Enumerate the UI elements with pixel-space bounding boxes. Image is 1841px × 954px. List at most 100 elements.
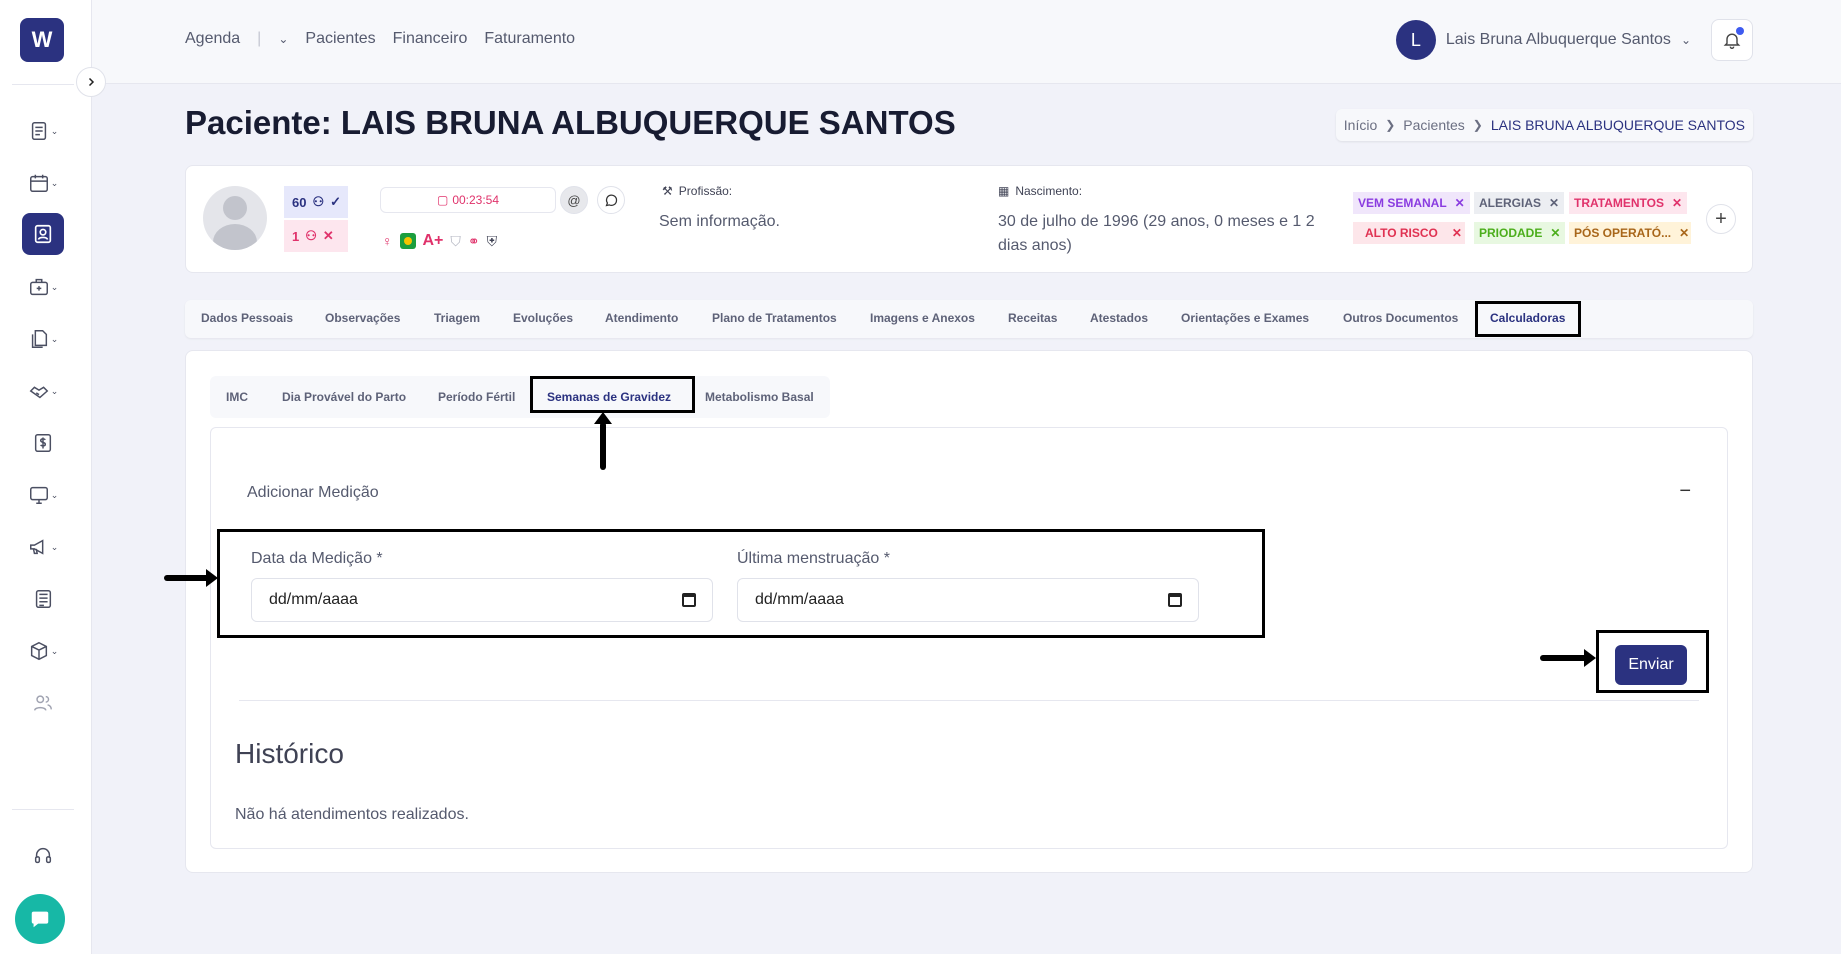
documents-icon [31,330,47,348]
tab-atendimento[interactable]: Atendimento [605,311,678,325]
profession-value: Sem informação. [659,213,780,230]
breadcrumb-current: LAIS BRUNA ALBUQUERQUE SANTOS [1490,117,1745,133]
remove-tag-icon[interactable]: ✕ [1452,226,1462,240]
tab-orientacoes-exames[interactable]: Orientações e Exames [1181,311,1309,325]
session-timer[interactable]: ▢ 00:23:54 [380,187,556,213]
patient-summary-card: 60 ⚇ ✓ 1 ⚇ ✕ ▢ 00:23:54 @ ♀ A+ ⛉ ⚭ ⛨ ⚒ Pr… [185,165,1753,273]
remove-tag-icon[interactable]: ✕ [1549,196,1559,210]
sidebar-item-calendar[interactable]: ⌄ [22,162,64,204]
dollar-icon [34,434,52,452]
tab-plano-tratamentos[interactable]: Plano de Tratamentos [712,311,837,325]
add-tag-button[interactable]: + [1706,204,1736,234]
sidebar-item-support[interactable] [22,835,64,877]
tab-outros-documentos[interactable]: Outros Documentos [1343,311,1458,325]
history-empty-message: Não há atendimentos realizados. [235,806,469,823]
sidebar-item-reports[interactable] [22,578,64,620]
tag-alto-risco: ALTO RISCO ✕ [1353,222,1465,244]
tab-atestados[interactable]: Atestados [1090,311,1148,325]
chat-button[interactable] [15,894,65,944]
subtab-imc[interactable]: IMC [226,390,248,404]
user-menu[interactable]: L Lais Bruna Albuquerque Santos ⌄ [1395,20,1691,60]
user-name: Lais Bruna Albuquerque Santos [1445,31,1671,48]
sidebar-item-records[interactable]: ⌄ [22,110,64,152]
highlight-box-form-fields [217,529,1265,638]
breadcrumb: Início ❯ Pacientes ❯ LAIS BRUNA ALBUQUER… [1335,109,1753,141]
tag-vem-semanal: VEM SEMANAL ✕ [1353,192,1470,214]
collapse-button[interactable]: − [1679,480,1691,503]
close-icon: ✕ [322,228,334,243]
box-icon [30,641,47,661]
sidebar-item-handshake[interactable]: ⌄ [22,370,64,412]
tooth-icon: ⛉ [450,232,461,249]
missed-count: 1 [292,228,300,244]
agenda-dropdown-chevron-icon[interactable]: ⌄ [278,32,288,46]
blood-type: A+ [422,232,444,249]
menu-item-pacientes[interactable]: Pacientes [305,30,375,48]
menu-item-agenda[interactable]: Agenda [185,30,240,48]
handshake-icon [29,386,49,399]
whatsapp-button[interactable] [597,186,625,214]
headset-icon [34,847,52,864]
menu-item-financeiro[interactable]: Financeiro [393,30,468,48]
tab-evolucoes[interactable]: Evoluções [513,311,573,325]
sidebar-item-financial[interactable] [22,422,64,464]
breadcrumb-home[interactable]: Início [1344,117,1377,133]
missed-count-badge[interactable]: 1 ⚇ ✕ [284,220,348,252]
notification-dot [1736,27,1744,35]
wrench-icon: ⚒ [662,184,673,198]
tab-imagens-anexos[interactable]: Imagens e Anexos [870,311,975,325]
annotation-arrow-right [164,569,218,587]
sidebar-toggle-button[interactable] [76,67,106,97]
chevron-right-icon: ❯ [1472,118,1483,132]
sidebar-item-monitor[interactable]: ⌄ [22,474,64,516]
stop-icon: ▢ [436,193,449,207]
sidebar-divider [12,809,74,810]
calendar-icon: ▦ [998,184,1010,198]
attended-count-badge[interactable]: 60 ⚇ ✓ [284,186,348,218]
app-logo[interactable]: W [20,18,64,62]
top-navbar: Agenda | ⌄ Pacientes Financeiro Faturame… [92,0,1841,84]
birth-value: 30 de julho de 1996 (29 anos, 0 meses e … [998,213,1315,254]
plus-icon: + [1715,207,1727,230]
tab-receitas[interactable]: Receitas [1008,311,1057,325]
remove-tag-icon[interactable]: ✕ [1550,226,1560,240]
sidebar-item-patients[interactable] [22,213,64,255]
remove-tag-icon[interactable]: ✕ [1679,226,1689,240]
measurement-form-card: Adicionar Medição − Data da Medição * dd… [210,427,1728,849]
email-button[interactable]: @ [560,186,588,214]
menu-item-faturamento[interactable]: Faturamento [484,30,575,48]
avatar-head [223,196,247,220]
female-icon: ♀ [382,233,393,249]
companion-icon: ⚭ [467,232,480,249]
sidebar-item-medical[interactable]: ⌄ [22,266,64,308]
subtab-metabolismo-basal[interactable]: Metabolismo Basal [705,390,814,404]
subtab-periodo-fertil[interactable]: Período Fértil [438,390,515,404]
chevron-right-icon [88,77,95,87]
subtab-dia-provavel-parto[interactable]: Dia Provável do Parto [282,390,406,404]
annotation-arrow-right [1540,649,1596,667]
check-icon: ✓ [330,194,342,209]
notifications-button[interactable] [1711,19,1753,61]
annotation-arrow-up [594,412,612,470]
tab-dados-pessoais[interactable]: Dados Pessoais [201,311,293,325]
highlight-box-submit [1596,630,1709,693]
main-menu: Agenda | ⌄ Pacientes Financeiro Faturame… [185,30,592,48]
megaphone-icon [29,539,44,555]
tag-alergias: ALERGIAS ✕ [1474,192,1565,214]
sidebar-item-marketing[interactable]: ⌄ [22,526,64,568]
tab-observacoes[interactable]: Observações [325,311,400,325]
sidebar-item-documents[interactable]: ⌄ [22,318,64,360]
calendar-icon [29,174,48,192]
section-title: Adicionar Medição [247,484,379,501]
breadcrumb-patients[interactable]: Pacientes [1403,117,1464,133]
patient-indicators: ♀ A+ ⛉ ⚭ ⛨ [382,232,497,250]
patient-card-icon [34,224,52,244]
sidebar-item-users[interactable] [22,682,64,724]
remove-tag-icon[interactable]: ✕ [1672,196,1682,210]
sidebar-item-inventory[interactable]: ⌄ [22,630,64,672]
patient-avatar[interactable] [203,186,267,250]
tab-triagem[interactable]: Triagem [434,311,480,325]
page-title: Paciente: LAIS BRUNA ALBUQUERQUE SANTOS [185,104,956,141]
monitor-icon [29,486,48,504]
remove-tag-icon[interactable]: ✕ [1455,196,1465,210]
